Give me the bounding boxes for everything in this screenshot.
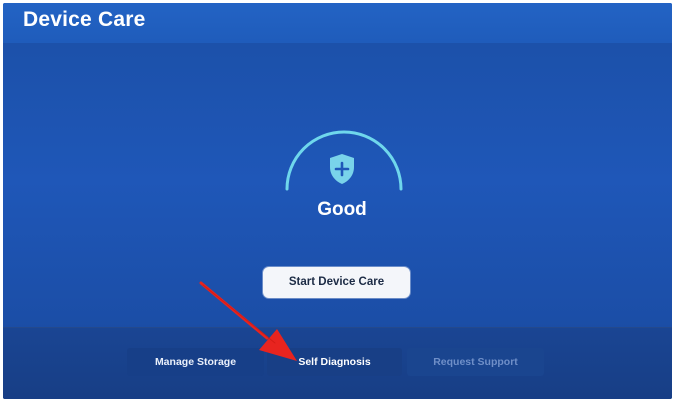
page-title: Device Care xyxy=(23,8,146,31)
shield-plus-icon xyxy=(330,154,354,184)
request-support-button[interactable]: Request Support xyxy=(407,348,544,376)
status-label: Good xyxy=(317,199,367,220)
red-arrow-annotation xyxy=(199,281,297,361)
device-care-screen: Device Care Good Start Device Care Manag… xyxy=(3,3,672,399)
